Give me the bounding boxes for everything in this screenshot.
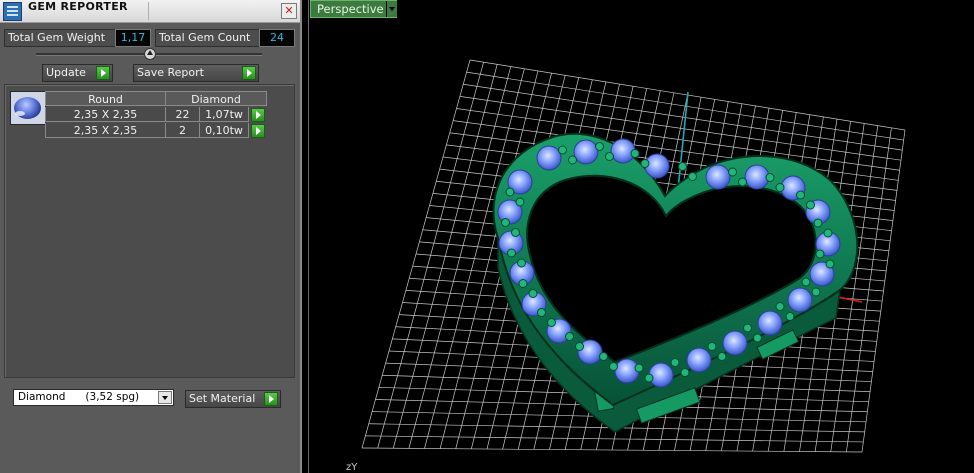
gem-stone [614, 358, 640, 384]
prong-bead [785, 312, 795, 321]
prong-bead [595, 142, 604, 151]
prong-bead [811, 287, 821, 297]
prong-bead [775, 183, 785, 192]
prong-bead [630, 149, 640, 158]
prong-bead [640, 159, 650, 168]
prong-bead [825, 259, 835, 269]
view-mode-label: Perspective [317, 2, 384, 16]
prong-bead [507, 248, 516, 258]
prong-bead [575, 342, 584, 351]
chevron-down-icon[interactable] [386, 1, 397, 17]
prong-bead [518, 279, 528, 288]
viewport-scene [361, 59, 906, 453]
prong-bead [609, 362, 618, 371]
prong-bead [568, 155, 577, 165]
prong-bead [813, 218, 823, 228]
prong-bead [605, 152, 614, 161]
prong-bead [815, 249, 825, 259]
gem-stone [648, 362, 674, 388]
prong-bead [707, 342, 717, 351]
heart-model[interactable] [492, 132, 859, 433]
prong-bead [680, 368, 690, 377]
prong-bead [806, 200, 815, 210]
prong-bead [743, 323, 752, 333]
gem-stone [744, 164, 770, 190]
prong-bead [644, 373, 654, 383]
gem-stone [705, 164, 731, 190]
grid-line [365, 435, 864, 443]
gem-stone [722, 330, 748, 356]
gem-stone [686, 347, 712, 373]
prong-bead [528, 289, 538, 298]
prong-bead [823, 228, 833, 238]
prong-bead [796, 190, 805, 200]
view-mode-menu[interactable]: Perspective [310, 0, 397, 18]
prong-bead [547, 318, 556, 327]
prong-bead [775, 302, 785, 311]
prong-bead [738, 177, 747, 187]
prong-bead [765, 173, 775, 182]
gem-stone [536, 145, 562, 171]
prong-bead [634, 363, 644, 373]
gem-stone [573, 139, 599, 165]
prong-bead [511, 228, 520, 237]
gem-stone [787, 287, 813, 313]
prong-bead [753, 333, 762, 343]
prong-bead [517, 258, 526, 268]
prong-bead [515, 197, 525, 207]
prong-bead [717, 352, 727, 361]
prong-bead [728, 167, 737, 177]
prong-bead [537, 308, 546, 317]
prong-bead [558, 145, 567, 155]
prong-bead [565, 332, 574, 341]
prong-bead [505, 187, 515, 197]
axis-indicator-label: zY [346, 462, 358, 473]
gem-stone [757, 310, 783, 336]
prong-bead [501, 218, 510, 227]
prong-bead [801, 277, 811, 287]
prong-bead [678, 162, 687, 171]
prong-bead [670, 358, 680, 367]
prong-bead [688, 172, 697, 181]
prong-bead [599, 352, 608, 361]
